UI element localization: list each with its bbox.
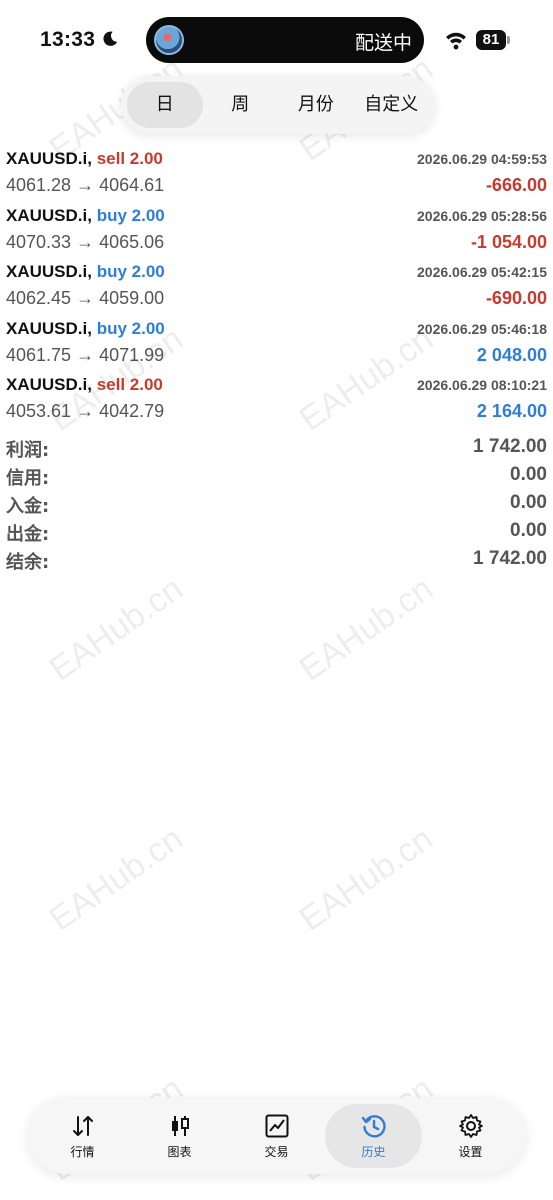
- tab-month[interactable]: 月份: [278, 82, 354, 128]
- summary-label: 信用:: [6, 468, 50, 489]
- nav-charts[interactable]: 图表: [131, 1104, 228, 1168]
- deal-profit: -690.00: [485, 288, 547, 308]
- deal-time: 2026.06.29 04:59:53: [417, 151, 547, 167]
- deal-symbol: XAUUSD.i, sell 2.00: [6, 375, 163, 395]
- summary-value: 0.00: [510, 520, 547, 541]
- summary-profit-row: 利润: 1 742.00: [0, 434, 553, 462]
- symbol-name: XAUUSD.i,: [6, 262, 92, 281]
- deal-side-volume: sell 2.00: [96, 375, 163, 394]
- deal-side-volume: sell 2.00: [96, 149, 163, 168]
- deal-list: XAUUSD.i, sell 2.00 2026.06.29 04:59:53 …: [0, 146, 553, 429]
- status-time: 13:33: [40, 28, 96, 51]
- nav-label: 交易: [264, 1144, 289, 1159]
- gear-icon: [458, 1113, 483, 1138]
- deal-prices: 4053.61 → 4042.79: [6, 401, 165, 421]
- summary: 利润: 1 742.00 信用: 0.00 入金: 0.00 出金: 0.00 …: [0, 434, 553, 574]
- status-bar: 13:33 配送中 81: [0, 0, 553, 80]
- battery-icon: 81: [476, 30, 506, 50]
- symbol-name: XAUUSD.i,: [6, 149, 92, 168]
- symbol-name: XAUUSD.i,: [6, 375, 92, 394]
- deal-side-volume: buy 2.00: [96, 262, 165, 281]
- summary-value: 0.00: [510, 464, 547, 485]
- island-status-text: 配送中: [354, 32, 412, 54]
- quotes-arrows-icon: [72, 1115, 93, 1136]
- deal-time: 2026.06.29 05:28:56: [417, 207, 547, 224]
- symbol-name: XAUUSD.i,: [6, 205, 92, 225]
- summary-value: 1 742.00: [473, 436, 547, 457]
- watermark: EAHub.cn: [292, 569, 440, 689]
- summary-value: 1 742.00: [473, 548, 547, 569]
- summary-balance-row: 结余: 1 742.00: [0, 546, 553, 574]
- watermark: EAHub.cn: [42, 819, 190, 939]
- deal-time: 2026.06.29 05:46:18: [417, 320, 547, 337]
- deal-row[interactable]: XAUUSD.i, buy 2.00 2026.06.29 05:46:18 4…: [0, 316, 553, 373]
- symbol-name: XAUUSD.i,: [6, 318, 92, 338]
- summary-label: 结余:: [6, 552, 50, 573]
- deal-row[interactable]: XAUUSD.i, sell 2.00 2026.06.29 08:10:21 …: [0, 372, 553, 429]
- summary-deposit-row: 入金: 0.00: [0, 490, 553, 518]
- deal-row[interactable]: XAUUSD.i, buy 2.00 2026.06.29 05:42:15 4…: [0, 259, 553, 316]
- nav-label: 行情: [70, 1144, 95, 1159]
- deal-profit: -1 054.00: [470, 231, 547, 252]
- summary-value: 0.00: [510, 492, 547, 513]
- nav-history[interactable]: 历史: [325, 1104, 422, 1168]
- tab-week[interactable]: 周: [203, 82, 279, 128]
- watermark: EAHub.cn: [42, 569, 190, 689]
- deal-profit: -666.00: [485, 175, 547, 195]
- deal-side-volume: buy 2.00: [96, 205, 165, 225]
- nav-trade[interactable]: 交易: [228, 1104, 325, 1168]
- deal-time: 2026.06.29 05:42:15: [417, 264, 547, 280]
- deal-profit: 2 048.00: [476, 344, 547, 365]
- summary-withdrawal-row: 出金: 0.00: [0, 518, 553, 546]
- deal-row[interactable]: XAUUSD.i, buy 2.00 2026.06.29 05:28:56 4…: [0, 203, 553, 260]
- trade-chart-icon: [265, 1114, 288, 1137]
- bottom-nav: 行情 图表 交易 历史 设置: [28, 1098, 525, 1174]
- deal-symbol: XAUUSD.i, sell 2.00: [6, 149, 163, 169]
- deal-symbol: XAUUSD.i, buy 2.00: [6, 319, 165, 339]
- deal-time: 2026.06.29 08:10:21: [417, 377, 547, 393]
- nav-quotes[interactable]: 行情: [34, 1104, 131, 1168]
- avatar: [154, 25, 184, 55]
- tab-day[interactable]: 日: [127, 82, 203, 128]
- deal-prices: 4061.28 → 4064.61: [6, 175, 165, 195]
- deal-profit: 2 164.00: [476, 401, 547, 421]
- history-clock-icon: [361, 1114, 386, 1137]
- deal-symbol: XAUUSD.i, buy 2.00: [6, 262, 165, 282]
- summary-label: 利润:: [6, 440, 50, 461]
- nav-settings[interactable]: 设置: [422, 1104, 519, 1168]
- period-tabs: 日 周 月份 自定义: [121, 76, 435, 134]
- summary-credit-row: 信用: 0.00: [0, 462, 553, 490]
- summary-label: 入金:: [6, 496, 50, 517]
- deal-symbol: XAUUSD.i, buy 2.00: [6, 206, 165, 226]
- summary-label: 出金:: [6, 524, 50, 545]
- tab-custom[interactable]: 自定义: [354, 82, 430, 128]
- nav-label: 历史: [361, 1144, 386, 1159]
- battery-tip: [507, 36, 510, 44]
- deal-prices: 4070.33 → 4065.06: [6, 231, 165, 252]
- deal-prices: 4062.45 → 4059.00: [6, 288, 165, 308]
- nav-label: 设置: [458, 1144, 483, 1159]
- deal-prices: 4061.75 → 4071.99: [6, 344, 165, 365]
- deal-row[interactable]: XAUUSD.i, sell 2.00 2026.06.29 04:59:53 …: [0, 146, 553, 203]
- moon-icon: [103, 31, 118, 46]
- wifi-icon: [446, 32, 466, 50]
- candlestick-chart-icon: [171, 1115, 189, 1136]
- watermark: EAHub.cn: [292, 819, 440, 939]
- nav-label: 图表: [167, 1144, 192, 1159]
- deal-side-volume: buy 2.00: [96, 318, 165, 338]
- dynamic-island[interactable]: 配送中: [146, 17, 424, 63]
